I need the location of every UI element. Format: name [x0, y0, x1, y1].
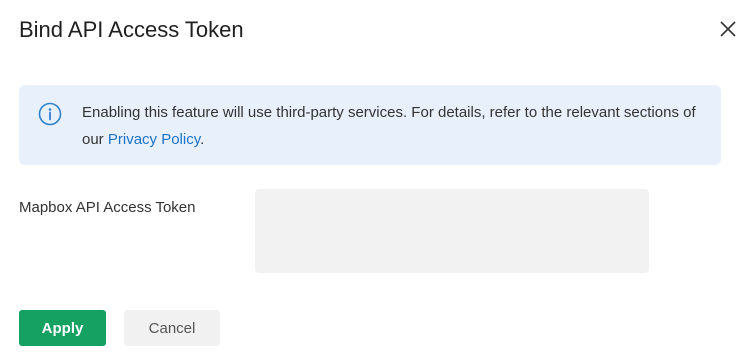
cancel-button[interactable]: Cancel — [124, 310, 220, 346]
privacy-policy-link[interactable]: Privacy Policy — [108, 131, 200, 148]
close-button[interactable] — [716, 17, 740, 41]
close-icon — [720, 21, 736, 37]
token-input[interactable] — [255, 189, 649, 273]
apply-button[interactable]: Apply — [19, 310, 106, 346]
info-icon — [38, 102, 62, 126]
token-field-label: Mapbox API Access Token — [19, 199, 196, 216]
third-party-notice: Enabling this feature will use third-par… — [19, 85, 721, 165]
notice-text: Enabling this feature will use third-par… — [82, 99, 702, 153]
notice-text-after-link: . — [200, 131, 205, 148]
bind-token-dialog: Bind API Access Token Enabling this feat… — [0, 0, 755, 363]
dialog-title: Bind API Access Token — [19, 17, 244, 42]
